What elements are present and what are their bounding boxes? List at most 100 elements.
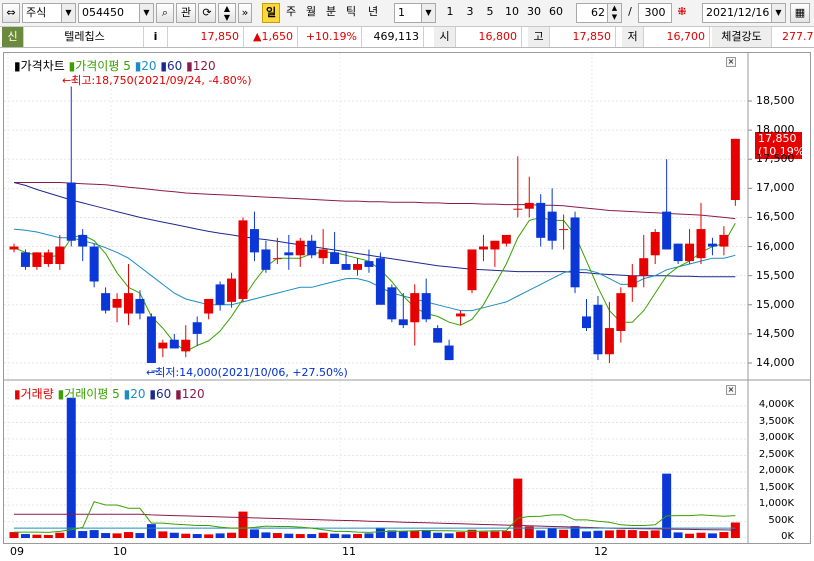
candle-body bbox=[181, 339, 191, 352]
volume-bar bbox=[478, 531, 488, 538]
candle-body bbox=[685, 243, 695, 262]
volume-bar bbox=[707, 533, 717, 538]
candle-body bbox=[387, 287, 397, 320]
candle-body bbox=[398, 319, 408, 326]
volume-bar bbox=[204, 534, 214, 538]
volume-bar bbox=[238, 511, 248, 538]
candle-body bbox=[478, 246, 488, 250]
price-ma20-label: 20 bbox=[141, 59, 157, 73]
volume-bar bbox=[192, 534, 202, 538]
volume-bar bbox=[249, 529, 259, 538]
candle-body bbox=[284, 252, 294, 256]
volume-bar bbox=[78, 531, 88, 538]
price-tick-label: 14,500 bbox=[756, 326, 795, 340]
volume-ma60-label: 60 bbox=[155, 387, 172, 401]
volume-bars bbox=[9, 397, 740, 538]
time-tick-label: 12 bbox=[593, 545, 608, 558]
price-ma-title: 가격이평 bbox=[75, 59, 120, 73]
legend-marker: ▮ bbox=[14, 59, 21, 73]
volume-bar bbox=[536, 530, 546, 538]
candle-body bbox=[456, 313, 466, 317]
volume-bar bbox=[284, 533, 294, 538]
candle-body bbox=[330, 252, 340, 265]
volume-bar bbox=[89, 530, 99, 538]
volume-bar bbox=[375, 527, 385, 538]
candle-body bbox=[101, 293, 111, 311]
volume-bar bbox=[169, 532, 179, 538]
candle-body bbox=[375, 258, 385, 305]
price-ma60-line bbox=[13, 182, 736, 278]
candle-body bbox=[410, 293, 420, 323]
time-tick-label: 09 bbox=[10, 545, 24, 558]
candle-body bbox=[272, 258, 282, 260]
volume-tick-label: 2,000K bbox=[758, 465, 794, 476]
volume-bar bbox=[559, 529, 569, 538]
price-legend-title: 가격차트 bbox=[20, 59, 65, 73]
volume-bar bbox=[501, 531, 511, 538]
volume-bar bbox=[55, 532, 65, 538]
volume-legend: ▮거래량 ▮거래이평 5 ▮20 ▮60 ▮120 bbox=[14, 387, 205, 401]
candle-body bbox=[135, 298, 145, 314]
candle-body bbox=[20, 252, 30, 267]
volume-bar bbox=[421, 530, 431, 538]
candle-body bbox=[78, 234, 88, 247]
volume-bar bbox=[135, 533, 145, 538]
volume-bar bbox=[433, 532, 443, 538]
candle-body bbox=[501, 234, 511, 244]
price-tick-label: 15,000 bbox=[756, 297, 795, 311]
volume-tick-label: 2,500K bbox=[758, 448, 794, 460]
candle-body bbox=[55, 246, 65, 265]
volume-tick-label: 3,000K bbox=[758, 432, 794, 443]
candle-body bbox=[307, 240, 317, 256]
price-tick-label: 17,000 bbox=[756, 181, 795, 195]
volume-bar bbox=[318, 532, 328, 538]
candle-body bbox=[66, 182, 76, 241]
volume-ma5-label: 5 bbox=[112, 387, 120, 401]
candle-body bbox=[467, 249, 477, 291]
volume-bar bbox=[181, 533, 191, 538]
price-tick-label: 18,000 bbox=[756, 123, 795, 137]
candle-body bbox=[215, 284, 225, 305]
volume-bar bbox=[650, 530, 660, 538]
candle-body bbox=[192, 322, 202, 334]
candle-body bbox=[204, 298, 214, 314]
volume-bar bbox=[685, 533, 695, 538]
candle-body bbox=[112, 298, 122, 308]
volume-bar bbox=[444, 533, 454, 538]
price-ma5-label: 5 bbox=[123, 59, 131, 73]
panel-close-icon[interactable]: × bbox=[726, 57, 736, 67]
candle-body bbox=[124, 293, 133, 314]
volume-bar bbox=[604, 530, 614, 538]
annotation-arrows bbox=[71, 79, 158, 372]
price-ma-lines bbox=[13, 182, 736, 352]
volume-ma120-label: 120 bbox=[181, 387, 205, 401]
volume-bar bbox=[227, 532, 237, 538]
volume-tick-label: 0K bbox=[781, 531, 794, 542]
volume-bar bbox=[582, 531, 591, 538]
volume-bar bbox=[215, 533, 225, 538]
candle-body bbox=[295, 240, 305, 256]
panel-close-icon[interactable]: × bbox=[726, 385, 736, 395]
candle-body bbox=[261, 249, 271, 270]
price-tick-label: 16,500 bbox=[756, 210, 795, 224]
volume-bar bbox=[272, 533, 282, 538]
candle-body bbox=[650, 232, 660, 256]
candle-body bbox=[639, 258, 649, 276]
candle-body bbox=[719, 234, 729, 247]
candle-body bbox=[32, 252, 42, 267]
candle-body bbox=[341, 264, 351, 270]
volume-bar bbox=[32, 534, 42, 538]
volume-bar bbox=[398, 531, 408, 538]
candle-body bbox=[353, 264, 362, 270]
volume-bar bbox=[696, 532, 706, 538]
price-tick-label: 16,000 bbox=[756, 239, 795, 253]
candle-body bbox=[570, 217, 580, 288]
volume-tick-label: 500K bbox=[768, 514, 794, 526]
price-ma20-line bbox=[13, 228, 736, 312]
candlesticks bbox=[9, 86, 740, 363]
volume-bar bbox=[66, 397, 76, 538]
volume-bar bbox=[456, 532, 466, 538]
time-tick-label: 10 bbox=[113, 545, 128, 558]
price-tick-label: 17,500 bbox=[756, 152, 795, 166]
volume-ma-title: 거래이평 bbox=[64, 387, 109, 401]
